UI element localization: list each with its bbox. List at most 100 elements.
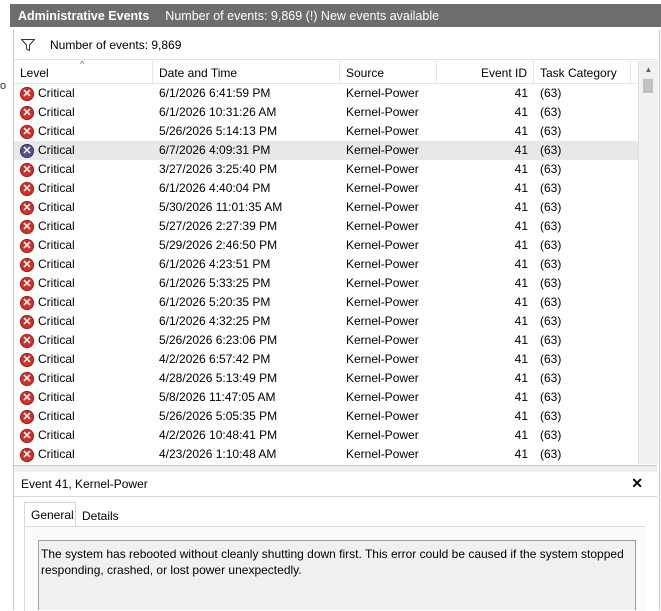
critical-error-icon: ✕ [20, 295, 34, 310]
table-row[interactable]: ✕ Critical 6/1/2026 10:31:26 AM Kernel-Powe… [14, 103, 638, 122]
level-label: Critical [38, 238, 75, 252]
column-header-source[interactable]: Source [340, 61, 437, 83]
event-count-notice[interactable]: Number of events: 9,869 (!) New events a… [165, 9, 439, 23]
table-row[interactable]: ✕ Critical 6/1/2026 5:20:35 PM Kernel-Power… [14, 293, 638, 312]
table-row[interactable]: ✕ Critical 6/1/2026 4:40:04 PM Kernel-Power… [14, 179, 638, 198]
level-cell: ✕ Critical [20, 236, 75, 255]
date-cell: 4/28/2026 5:13:49 PM [159, 371, 278, 385]
vertical-scrollbar[interactable]: ▲ [638, 61, 658, 464]
table-row[interactable]: ✕ Critical 4/2/2026 6:57:42 PM Kernel-Power… [14, 350, 638, 369]
critical-error-icon: ✕ [20, 276, 34, 291]
level-cell: ✕ Critical [20, 407, 75, 426]
table-row[interactable]: ✕ Critical 5/26/2026 5:05:35 PM Kernel-Powe… [14, 407, 638, 426]
critical-error-icon: ✕ [20, 200, 34, 215]
column-label-event-id: Event ID [480, 66, 527, 80]
level-cell: ✕ Critical [20, 198, 75, 217]
event-description[interactable]: The system has rebooted without cleanly … [38, 540, 636, 610]
level-cell: ✕ Critical [20, 255, 75, 274]
panel-title: Administrative Events [18, 8, 150, 23]
level-label: Critical [38, 86, 75, 100]
source-cell: Kernel-Power [346, 447, 419, 461]
table-row[interactable]: ✕ Critical 5/8/2026 11:47:05 AM Kernel-Powe… [14, 388, 638, 407]
critical-error-icon: ✕ [20, 105, 34, 120]
date-cell: 5/30/2026 11:01:35 AM [159, 200, 283, 214]
level-label: Critical [38, 200, 75, 214]
level-label: Critical [38, 409, 75, 423]
event-id-cell: 41 [514, 333, 528, 347]
level-label: Critical [38, 314, 75, 328]
source-cell: Kernel-Power [346, 390, 419, 404]
table-row[interactable]: ✕ Critical 4/2/2026 10:48:41 PM Kernel-Powe… [14, 426, 638, 445]
event-id-cell: 41 [514, 143, 528, 157]
level-cell: ✕ Critical [20, 293, 75, 312]
table-row[interactable]: ✕ Critical 6/1/2026 4:23:51 PM Kernel-Power… [14, 255, 638, 274]
table-row[interactable]: ✕ Critical 4/28/2026 5:13:49 PM Kernel-Powe… [14, 369, 638, 388]
task-category-cell: (63) [540, 428, 562, 442]
table-row[interactable]: ✕ Critical 6/1/2026 6:41:59 PM Kernel-Power… [14, 84, 638, 103]
table-row[interactable]: ✕ Critical 6/7/2026 4:09:31 PM Kernel-Power… [14, 141, 638, 160]
detail-tabs: General Details [24, 502, 644, 528]
table-row[interactable]: ✕ Critical 5/30/2026 11:01:35 AM Kernel-Pow… [14, 198, 638, 217]
task-category-cell: (63) [540, 276, 562, 290]
critical-error-icon: ✕ [20, 352, 34, 367]
event-id-cell: 41 [514, 428, 528, 442]
column-header-date[interactable]: Date and Time [153, 61, 340, 83]
level-cell: ✕ Critical [20, 445, 75, 464]
tab-general[interactable]: General [24, 502, 76, 528]
date-cell: 6/1/2026 5:20:35 PM [159, 295, 271, 309]
filter-icon[interactable] [20, 37, 36, 53]
event-id-cell: 41 [514, 371, 528, 385]
level-label: Critical [38, 390, 75, 404]
tab-details[interactable]: Details [76, 505, 125, 527]
date-cell: 4/2/2026 10:48:41 PM [159, 428, 278, 442]
table-row[interactable]: ✕ Critical 5/27/2026 2:27:39 PM Kernel-Powe… [14, 217, 638, 236]
events-table: Level ^ Date and Time Source Event ID Ta… [14, 61, 638, 464]
level-cell: ✕ Critical [20, 122, 75, 141]
level-cell: ✕ Critical [20, 369, 75, 388]
scrollbar-thumb[interactable] [643, 79, 653, 93]
source-cell: Kernel-Power [346, 219, 419, 233]
scroll-up-icon[interactable]: ▲ [639, 61, 658, 78]
task-category-cell: (63) [540, 314, 562, 328]
task-category-cell: (63) [540, 390, 562, 404]
table-row[interactable]: ✕ Critical 6/1/2026 4:32:25 PM Kernel-Power… [14, 312, 638, 331]
date-cell: 6/1/2026 4:23:51 PM [159, 257, 271, 271]
level-cell: ✕ Critical [20, 312, 75, 331]
task-category-cell: (63) [540, 409, 562, 423]
sort-ascending-icon: ^ [80, 61, 85, 69]
column-header-event-id[interactable]: Event ID [437, 61, 534, 83]
task-category-cell: (63) [540, 105, 562, 119]
table-row[interactable]: ✕ Critical 6/1/2026 5:33:25 PM Kernel-Power… [14, 274, 638, 293]
table-row[interactable]: ✕ Critical 5/26/2026 6:23:06 PM Kernel-Powe… [14, 331, 638, 350]
close-icon[interactable]: ✕ [631, 475, 643, 492]
source-cell: Kernel-Power [346, 352, 419, 366]
date-cell: 5/29/2026 2:46:50 PM [159, 238, 278, 252]
date-cell: 6/1/2026 10:31:26 AM [159, 105, 277, 119]
date-cell: 6/1/2026 4:32:25 PM [159, 314, 271, 328]
column-header-task-category[interactable]: Task Category [534, 61, 631, 83]
column-header-level[interactable]: Level ^ [14, 61, 153, 83]
source-cell: Kernel-Power [346, 181, 419, 195]
table-row[interactable]: ✕ Critical 5/29/2026 2:46:50 PM Kernel-Powe… [14, 236, 638, 255]
table-body: ✕ Critical 6/1/2026 6:41:59 PM Kernel-Power… [14, 84, 638, 464]
task-category-cell: (63) [540, 143, 562, 157]
level-cell: ✕ Critical [20, 388, 75, 407]
event-id-cell: 41 [514, 447, 528, 461]
task-category-cell: (63) [540, 86, 562, 100]
level-label: Critical [38, 276, 75, 290]
table-row[interactable]: ✕ Critical 3/27/2026 3:25:40 PM Kernel-Powe… [14, 160, 638, 179]
critical-error-icon: ✕ [20, 219, 34, 234]
date-cell: 5/26/2026 6:23:06 PM [159, 333, 278, 347]
column-label-level: Level [20, 66, 49, 80]
table-row[interactable]: ✕ Critical 5/26/2026 5:14:13 PM Kernel-Powe… [14, 122, 638, 141]
level-cell: ✕ Critical [20, 103, 75, 122]
critical-error-icon: ✕ [20, 447, 34, 462]
critical-error-icon: ✕ [20, 409, 34, 424]
level-cell: ✕ Critical [20, 84, 75, 103]
source-cell: Kernel-Power [346, 428, 419, 442]
level-label: Critical [38, 295, 75, 309]
date-cell: 4/2/2026 6:57:42 PM [159, 352, 271, 366]
source-cell: Kernel-Power [346, 314, 419, 328]
table-row[interactable]: ✕ Critical 4/23/2026 1:10:48 AM Kernel-Powe… [14, 445, 638, 464]
level-label: Critical [38, 333, 75, 347]
